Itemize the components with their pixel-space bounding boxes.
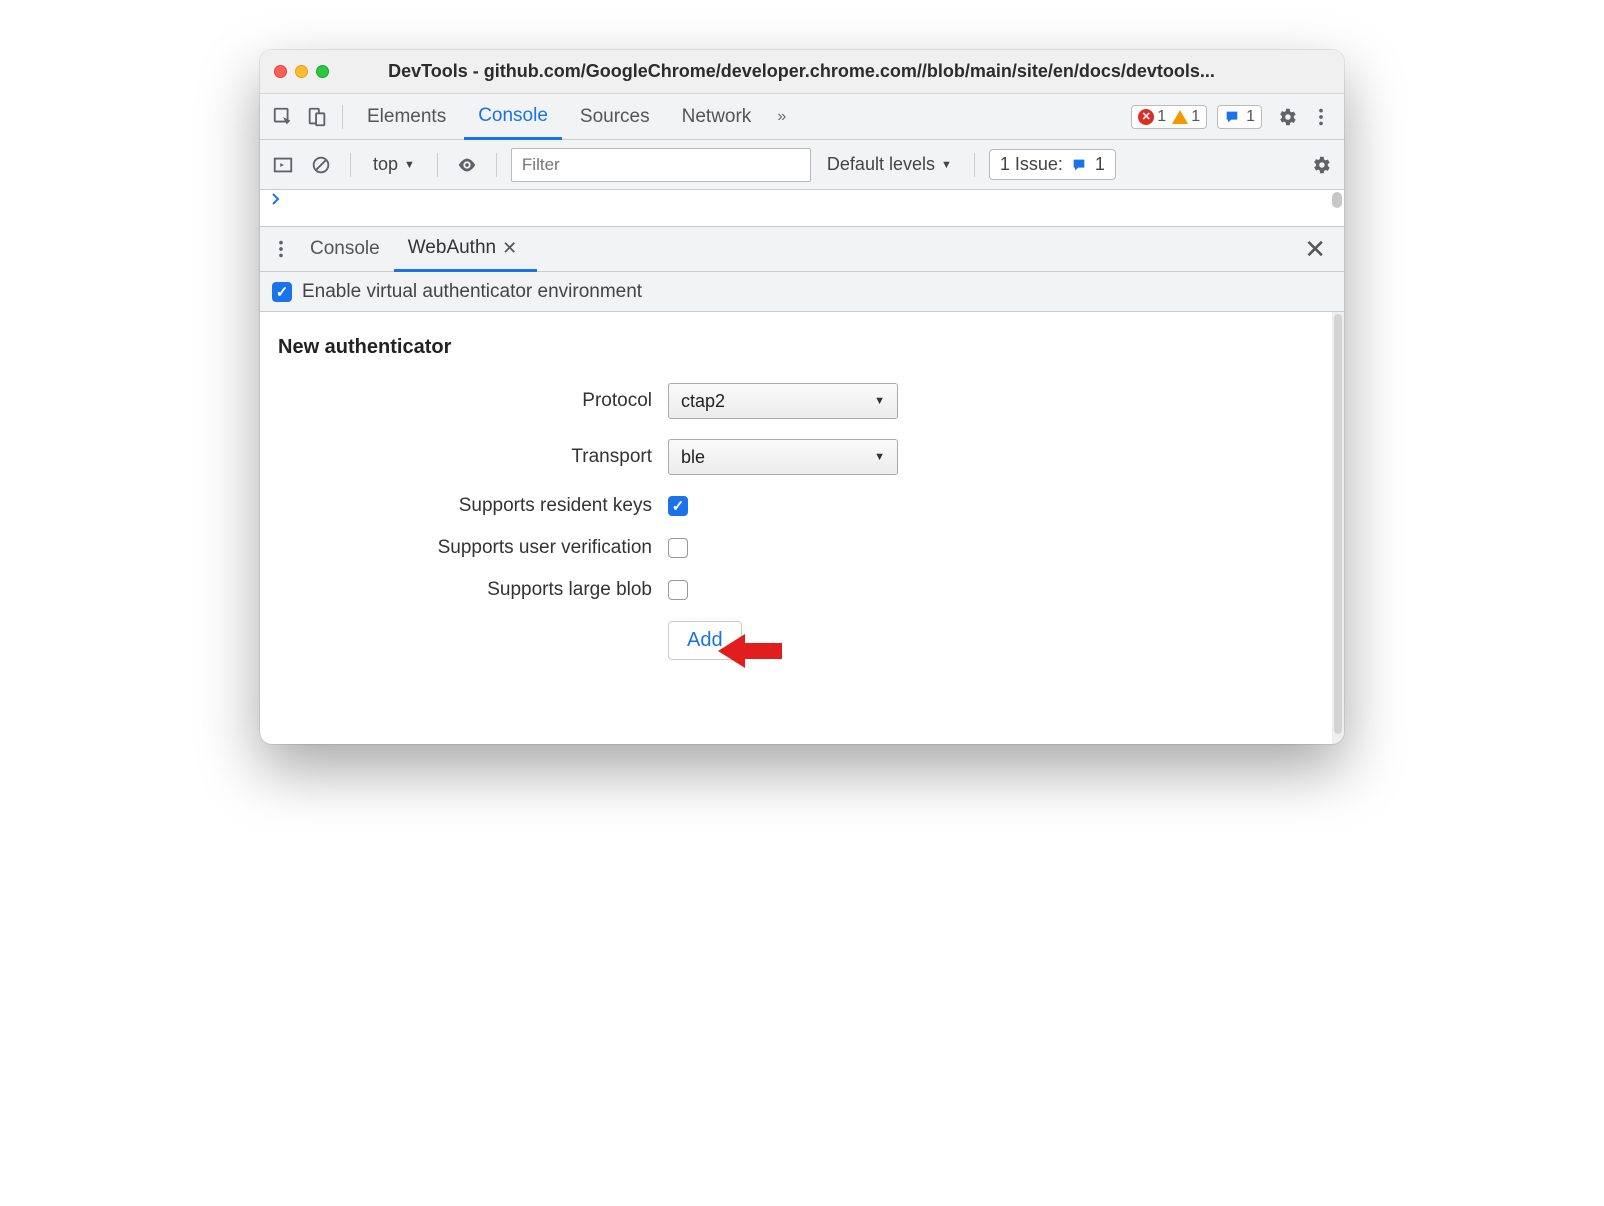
protocol-select[interactable]: ctap2 ▼ (668, 383, 898, 419)
divider (437, 153, 438, 177)
drawer-tabs: Console WebAuthn ✕ ✕ (260, 226, 1344, 272)
main-tabs-row: Elements Console Sources Network » ✕1 1 … (260, 94, 1344, 140)
tab-sources[interactable]: Sources (566, 94, 664, 139)
traffic-lights (274, 65, 329, 78)
message-icon (1071, 157, 1087, 173)
transport-select[interactable]: ble ▼ (668, 439, 898, 475)
console-prompt[interactable] (260, 190, 1344, 226)
enable-virtual-authenticator-label: Enable virtual authenticator environment (302, 281, 642, 303)
close-window-button[interactable] (274, 65, 287, 78)
protocol-value: ctap2 (681, 391, 725, 412)
transport-value: ble (681, 447, 705, 468)
divider (496, 153, 497, 177)
transport-label: Transport (278, 446, 668, 468)
devtools-window: DevTools - github.com/GoogleChrome/devel… (260, 50, 1344, 744)
error-count: 1 (1157, 108, 1166, 126)
divider (350, 153, 351, 177)
context-selector[interactable]: top ▼ (365, 150, 423, 179)
resident-keys-label: Supports resident keys (278, 495, 668, 517)
settings-gear-icon[interactable] (1272, 102, 1302, 132)
chevron-down-icon: ▼ (941, 159, 952, 171)
error-icon: ✕ (1138, 109, 1154, 125)
console-toolbar: top ▼ Default levels ▼ 1 Issue: 1 (260, 140, 1344, 190)
drawer-tab-label: WebAuthn (408, 237, 496, 259)
message-icon (1224, 109, 1240, 125)
divider (974, 153, 975, 177)
drawer-more-icon[interactable] (266, 234, 296, 264)
maximize-window-button[interactable] (316, 65, 329, 78)
context-value: top (373, 154, 398, 175)
more-tabs-icon[interactable]: » (769, 108, 794, 126)
minimize-window-button[interactable] (295, 65, 308, 78)
warning-icon (1172, 110, 1188, 124)
protocol-label: Protocol (278, 390, 668, 412)
clear-console-icon[interactable] (306, 150, 336, 180)
window-title: DevTools - github.com/GoogleChrome/devel… (343, 61, 1330, 82)
log-level-selector[interactable]: Default levels ▼ (819, 154, 960, 175)
issues-count: 1 (1095, 154, 1105, 175)
tab-network[interactable]: Network (668, 94, 766, 139)
tab-console[interactable]: Console (464, 95, 562, 140)
chevron-down-icon: ▼ (404, 159, 415, 171)
enable-virtual-authenticator-row: Enable virtual authenticator environment (260, 272, 1344, 312)
issues-label: 1 Issue: (1000, 154, 1063, 175)
user-verification-label: Supports user verification (278, 537, 668, 559)
error-warning-badge[interactable]: ✕1 1 (1131, 105, 1207, 129)
chevron-down-icon: ▼ (874, 395, 885, 407)
messages-badge[interactable]: 1 (1217, 105, 1262, 129)
chevron-down-icon: ▼ (874, 451, 885, 463)
filter-input[interactable] (511, 148, 811, 182)
large-blob-label: Supports large blob (278, 579, 668, 601)
message-count: 1 (1246, 108, 1255, 126)
titlebar: DevTools - github.com/GoogleChrome/devel… (260, 50, 1344, 94)
live-expression-icon[interactable] (452, 150, 482, 180)
console-settings-gear-icon[interactable] (1306, 150, 1336, 180)
warning-count: 1 (1191, 108, 1200, 126)
level-label: Default levels (827, 154, 935, 175)
tab-elements[interactable]: Elements (353, 94, 460, 139)
divider (342, 105, 343, 129)
inspect-element-icon[interactable] (268, 102, 298, 132)
device-toggle-icon[interactable] (302, 102, 332, 132)
more-options-icon[interactable] (1306, 102, 1336, 132)
add-button[interactable]: Add (668, 621, 742, 660)
issues-button[interactable]: 1 Issue: 1 (989, 149, 1116, 180)
enable-virtual-authenticator-checkbox[interactable] (272, 282, 292, 302)
close-drawer-icon[interactable]: ✕ (1292, 234, 1338, 265)
scrollbar-thumb[interactable] (1332, 192, 1342, 208)
resident-keys-checkbox[interactable] (668, 496, 688, 516)
scrollbar-thumb[interactable] (1334, 314, 1342, 734)
console-sidebar-toggle-icon[interactable] (268, 150, 298, 180)
new-authenticator-form: New authenticator Protocol ctap2 ▼ Trans… (260, 312, 1344, 744)
form-title: New authenticator (278, 336, 1314, 359)
large-blob-checkbox[interactable] (668, 580, 688, 600)
close-tab-icon[interactable]: ✕ (496, 238, 523, 259)
drawer-tab-webauthn[interactable]: WebAuthn ✕ (394, 228, 537, 272)
drawer-tab-console[interactable]: Console (296, 227, 394, 271)
prompt-chevron-icon (270, 192, 282, 206)
user-verification-checkbox[interactable] (668, 538, 688, 558)
